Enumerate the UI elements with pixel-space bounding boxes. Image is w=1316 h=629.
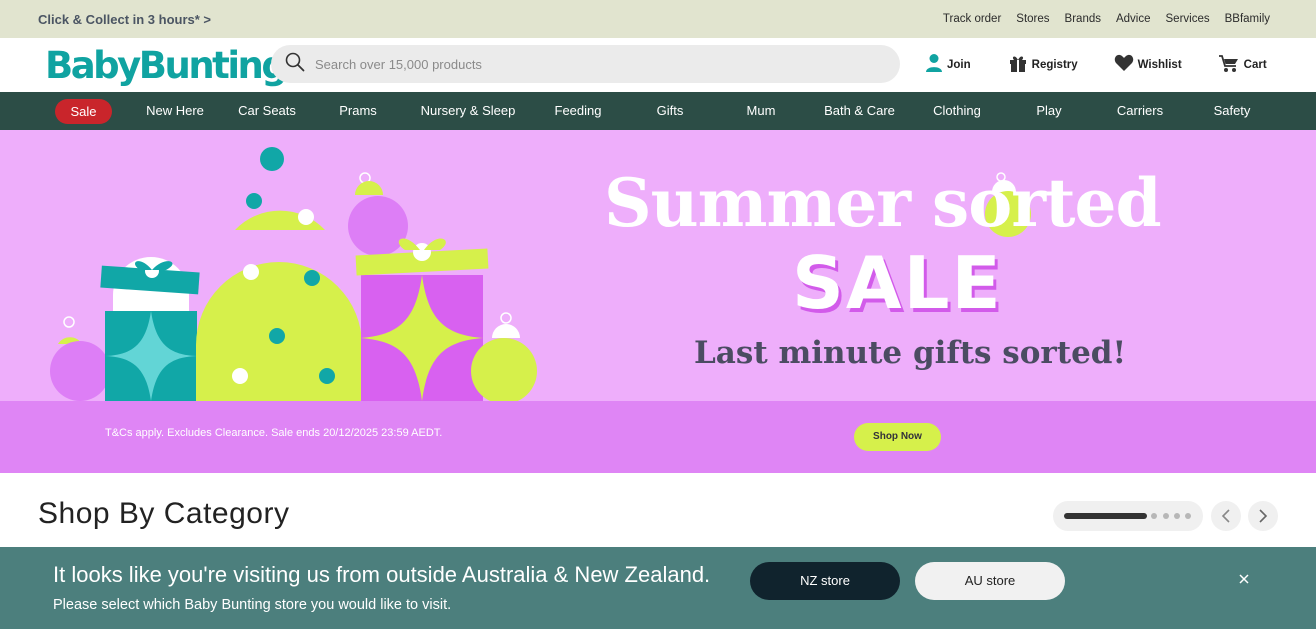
nav-item-nursery-sleep[interactable]: Nursery & Sleep [413,92,523,130]
join-button[interactable]: Join [925,53,971,76]
cart-icon [1218,53,1240,76]
hero-banner[interactable]: Summer sorted SALE Last minute gifts sor… [0,130,1316,473]
pagination-dot[interactable] [1185,513,1191,519]
region-banner: It looks like you're visiting us from ou… [0,547,1316,629]
section-title: Shop By Category [38,497,290,530]
user-icon [925,53,943,76]
site-header: BabyBunting Join Registry Wishlist [0,38,1316,92]
nav-item-safety[interactable]: Safety [1205,92,1259,130]
services-link[interactable]: Services [1166,13,1210,25]
top-utility-bar: Click & Collect in 3 hours* > Track orde… [0,0,1316,38]
nav-item-feeding[interactable]: Feeding [546,92,610,130]
search-icon[interactable] [285,52,305,77]
nav-item-play[interactable]: Play [1027,92,1071,130]
carousel-prev-button[interactable] [1211,501,1241,531]
pagination-dot[interactable] [1151,513,1157,519]
hero-sale-text: SALE [792,241,1003,325]
nav-item-mum[interactable]: Mum [738,92,784,130]
pagination-dot[interactable] [1163,513,1169,519]
cart-button[interactable]: Cart [1218,53,1267,76]
nav-item-prams[interactable]: Prams [330,92,386,130]
registry-label: Registry [1031,58,1078,71]
gift-icon [1008,53,1028,76]
nav-item-sale[interactable]: Sale [55,99,112,124]
nav-item-bath-care[interactable]: Bath & Care [815,92,904,130]
search-input[interactable] [315,56,875,72]
chevron-left-icon [1221,509,1230,523]
wishlist-label: Wishlist [1137,58,1182,71]
close-icon[interactable] [1234,571,1254,591]
carousel-next-button[interactable] [1248,501,1278,531]
carousel-pagination [1053,501,1203,531]
search-bar[interactable] [271,45,900,83]
join-label: Join [947,58,971,71]
region-submessage: Please select which Baby Bunting store y… [53,597,452,613]
hero-headline: Summer sorted [604,164,1162,242]
hero-subheadline: Last minute gifts sorted! [694,335,1127,371]
registry-button[interactable]: Registry [1008,53,1078,76]
cart-label: Cart [1243,58,1267,71]
heart-icon [1114,54,1134,75]
nav-item-car-seats[interactable]: Car Seats [230,92,304,130]
hero-terms: T&Cs apply. Excludes Clearance. Sale end… [105,427,443,439]
stores-link[interactable]: Stores [1016,13,1049,25]
nav-item-carriers[interactable]: Carriers [1110,92,1170,130]
wishlist-button[interactable]: Wishlist [1114,53,1182,76]
region-message: It looks like you're visiting us from ou… [53,562,711,587]
gift-illustration [50,147,537,404]
header-actions: Join Registry Wishlist Cart [925,53,1267,76]
nav-item-clothing[interactable]: Clothing [925,92,989,130]
nz-store-button[interactable]: NZ store [750,562,900,600]
advice-link[interactable]: Advice [1116,13,1151,25]
main-nav: Sale New Here Car Seats Prams Nursery & … [0,92,1316,130]
pagination-dot[interactable] [1174,513,1180,519]
bbfamily-link[interactable]: BBfamily [1225,13,1270,25]
track-order-link[interactable]: Track order [943,13,1001,25]
nav-item-gifts[interactable]: Gifts [645,92,695,130]
shop-now-button[interactable]: Shop Now [854,423,941,451]
nav-item-new-here[interactable]: New Here [140,92,210,130]
site-logo[interactable]: BabyBunting [45,44,288,87]
chevron-right-icon [1259,509,1268,523]
click-collect-link[interactable]: Click & Collect in 3 hours* > [38,12,211,27]
au-store-button[interactable]: AU store [915,562,1065,600]
pagination-active-bar[interactable] [1064,513,1147,519]
utility-links: Track order Stores Brands Advice Service… [943,13,1270,25]
brands-link[interactable]: Brands [1065,13,1101,25]
